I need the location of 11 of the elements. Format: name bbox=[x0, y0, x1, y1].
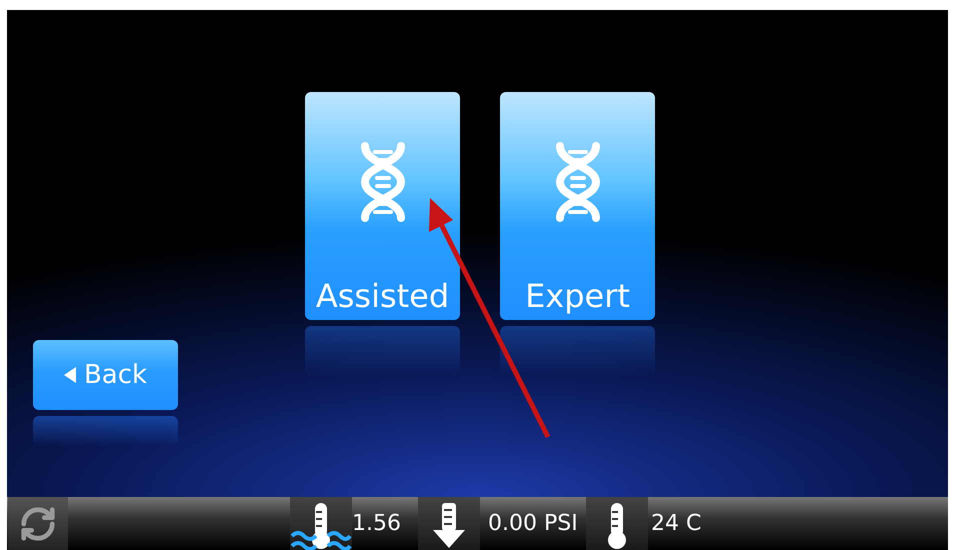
refresh-button[interactable] bbox=[8, 497, 68, 550]
left-triangle-icon bbox=[64, 367, 76, 383]
refresh-icon bbox=[19, 504, 57, 542]
reading-text: 0.00 PSI bbox=[487, 510, 579, 538]
down-arrow-gauge-icon bbox=[430, 500, 468, 550]
reading-text: 1.56 bbox=[352, 510, 402, 538]
thermometer-waves-icon bbox=[290, 500, 352, 550]
back-button[interactable]: Back bbox=[33, 340, 178, 410]
mode-button[interactable]: Expert bbox=[500, 92, 655, 320]
mode-button[interactable]: Assisted bbox=[305, 92, 460, 320]
reading-text: 24 C bbox=[650, 510, 702, 538]
